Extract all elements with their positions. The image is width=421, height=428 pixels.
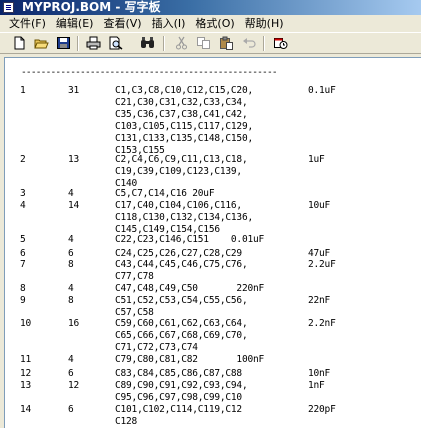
menu-format[interactable]: 格式(O) — [190, 15, 239, 32]
bom-reference-line: C2,C4,C6,C9,C11,C13,C18, — [115, 154, 248, 165]
bom-reference-line: C22,C23,C146,C151 0.01uF — [115, 234, 265, 245]
print-preview-icon[interactable] — [108, 36, 123, 50]
bom-item-number: 7 — [20, 259, 26, 270]
undo-icon[interactable] — [242, 36, 257, 50]
window-title: MYPROJ.BOM - 写字板 — [22, 0, 161, 14]
bom-reference-line: C71,C72,C73,C74 — [115, 342, 198, 353]
menu-view[interactable]: 查看(V) — [98, 15, 146, 32]
toolbar-separator — [77, 36, 79, 51]
bom-reference-line: C21,C30,C31,C32,C33,C34, — [115, 97, 248, 108]
bom-reference-line: C51,C52,C53,C54,C55,C56, — [115, 295, 248, 306]
bom-quantity: 13 — [68, 154, 80, 165]
bom-quantity: 4 — [68, 234, 74, 245]
menu-insert[interactable]: 插入(I) — [147, 15, 191, 32]
bom-reference-line: C79,C80,C81,C82 100nF — [115, 354, 265, 365]
datetime-icon[interactable] — [273, 36, 288, 50]
bom-item-number: 8 — [20, 283, 26, 294]
bom-reference-line: C19,C39,C109,C123,C139, — [115, 166, 242, 177]
bom-reference-line: C131,C133,C135,C148,C150, — [115, 133, 253, 144]
bom-reference-line: C101,C102,C114,C119,C12 — [115, 404, 242, 415]
bom-quantity: 6 — [68, 404, 74, 415]
bom-reference-line: C47,C48,C49,C50 220nF — [115, 283, 265, 294]
title-bar[interactable]: MYPROJ.BOM - 写字板 — [0, 0, 421, 15]
bom-item-number: 3 — [20, 188, 26, 199]
wordpad-app-icon[interactable] — [3, 2, 14, 13]
bom-item-number: 10 — [20, 318, 32, 329]
document-area[interactable]: ----------------------------------------… — [4, 57, 421, 428]
bom-reference-line: C1,C3,C8,C10,C12,C15,C20, — [115, 85, 253, 96]
bom-value: 2.2nF — [308, 318, 336, 329]
open-icon[interactable] — [34, 36, 49, 50]
bom-value: 1nF — [308, 380, 325, 391]
bom-reference-line: C77,C78 — [115, 271, 154, 282]
bom-reference-line: C89,C90,C91,C92,C93,C94, — [115, 380, 248, 391]
bom-reference-line: C95,C96,C97,C98,C99,C10 — [115, 392, 242, 403]
bom-item-number: 13 — [20, 380, 32, 391]
cut-icon[interactable] — [174, 36, 189, 50]
bom-quantity: 4 — [68, 283, 74, 294]
bom-item-number: 1 — [20, 85, 26, 96]
bom-quantity: 6 — [68, 368, 74, 379]
bom-value: 0.1uF — [308, 85, 336, 96]
bom-reference-line: C17,C40,C104,C106,C116, — [115, 200, 242, 211]
bom-value: 10uF — [308, 200, 331, 211]
bom-item-number: 14 — [20, 404, 32, 415]
document-text: ----------------------------------------… — [5, 58, 421, 428]
menu-bar: 文件(F) 编辑(E) 查看(V) 插入(I) 格式(O) 帮助(H) — [0, 15, 421, 32]
save-icon[interactable] — [56, 36, 71, 50]
find-icon[interactable] — [140, 36, 155, 50]
bom-value: 2.2uF — [308, 259, 336, 270]
menu-help[interactable]: 帮助(H) — [240, 15, 289, 32]
bom-quantity: 16 — [68, 318, 80, 329]
bom-reference-line: C118,C130,C132,C134,C136, — [115, 212, 253, 223]
bom-quantity: 8 — [68, 295, 74, 306]
bom-quantity: 31 — [68, 85, 80, 96]
bom-item-number: 2 — [20, 154, 26, 165]
bom-reference-line: C5,C7,C14,C16 20uF — [115, 188, 215, 199]
bom-item-number: 5 — [20, 234, 26, 245]
bom-reference-line: C35,C36,C37,C38,C41,C42, — [115, 109, 248, 120]
bom-item-number: 11 — [20, 354, 32, 365]
bom-reference-line: C83,C84,C85,C86,C87,C88 — [115, 368, 242, 379]
bom-item-number: 12 — [20, 368, 32, 379]
separator-line: ----------------------------------------… — [21, 67, 278, 78]
bom-reference-line: C65,C66,C67,C68,C69,C70, — [115, 330, 248, 341]
bom-quantity: 4 — [68, 188, 74, 199]
menu-file[interactable]: 文件(F) — [4, 15, 51, 32]
toolbar — [0, 32, 421, 54]
bom-quantity: 12 — [68, 380, 80, 391]
copy-icon[interactable] — [196, 36, 211, 50]
paste-icon[interactable] — [219, 36, 234, 50]
toolbar-separator — [163, 36, 165, 51]
bom-quantity: 4 — [68, 354, 74, 365]
bom-item-number: 9 — [20, 295, 26, 306]
bom-reference-line: C43,C44,C45,C46,C75,C76, — [115, 259, 248, 270]
bom-quantity: 8 — [68, 259, 74, 270]
bom-reference-line: C128 — [115, 416, 138, 427]
new-icon[interactable] — [12, 36, 27, 50]
bom-reference-line: C59,C60,C61,C62,C63,C64, — [115, 318, 248, 329]
bom-value: 1uF — [308, 154, 325, 165]
bom-item-number: 4 — [20, 200, 26, 211]
menu-edit[interactable]: 编辑(E) — [51, 15, 99, 32]
bom-value: 10nF — [308, 368, 331, 379]
bom-value: 220pF — [308, 404, 336, 415]
bom-quantity: 14 — [68, 200, 80, 211]
print-icon[interactable] — [86, 36, 101, 50]
bom-reference-line: C103,C105,C115,C117,C129, — [115, 121, 253, 132]
bom-value: 22nF — [308, 295, 331, 306]
toolbar-separator — [263, 36, 265, 51]
